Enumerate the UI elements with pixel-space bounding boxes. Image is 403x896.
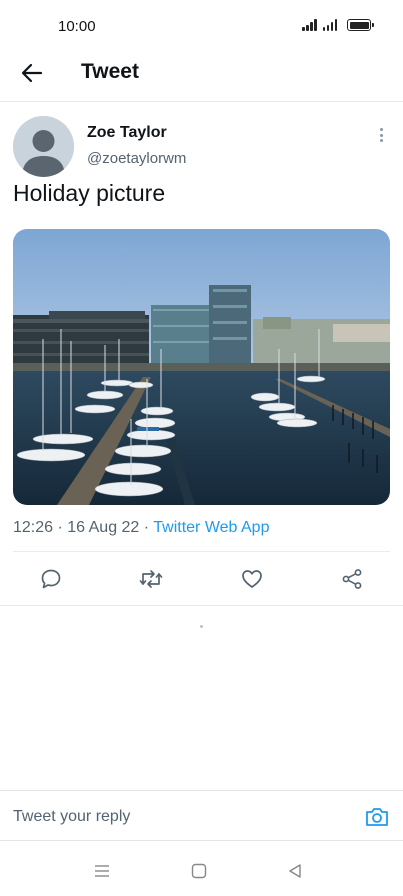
heart-icon <box>242 570 262 588</box>
more-options-button[interactable] <box>372 126 390 144</box>
home-button[interactable] <box>189 861 209 881</box>
like-button[interactable] <box>238 565 266 593</box>
author-handle[interactable]: @zoetaylorwm <box>87 150 186 167</box>
harbour-photo <box>13 229 390 505</box>
reply-input[interactable] <box>13 804 333 830</box>
reply-bar <box>0 790 403 841</box>
signal-icon-2 <box>322 19 337 31</box>
menu-icon <box>95 865 109 877</box>
status-icons <box>302 19 374 31</box>
avatar[interactable] <box>13 116 74 177</box>
status-bar: 10:00 <box>0 0 403 52</box>
default-avatar-icon <box>13 116 74 177</box>
tweet-image[interactable] <box>13 229 390 505</box>
battery-icon <box>347 19 374 31</box>
tweet-text: Holiday picture <box>13 180 166 206</box>
triangle-back-icon <box>289 864 301 878</box>
back-nav-button[interactable] <box>285 861 305 881</box>
action-bar <box>13 551 390 605</box>
retweet-button[interactable] <box>137 565 165 593</box>
signal-icon <box>302 19 317 31</box>
share-icon <box>342 569 362 589</box>
tweet-source-link[interactable]: Twitter Web App <box>153 519 269 536</box>
divider <box>0 605 403 606</box>
author-name[interactable]: Zoe Taylor <box>87 124 167 142</box>
reply-button[interactable] <box>37 565 65 593</box>
back-button[interactable] <box>18 59 46 87</box>
share-button[interactable] <box>338 565 366 593</box>
camera-icon <box>366 808 388 826</box>
arrow-left-icon <box>21 63 43 83</box>
retweet-icon <box>139 570 163 588</box>
camera-button[interactable] <box>364 805 390 829</box>
tweet-meta: 12:26 · 16 Aug 22 · Twitter Web App <box>13 519 269 537</box>
system-nav-bar <box>0 846 403 896</box>
header: Tweet <box>0 52 403 102</box>
tweet-timestamp: 12:26 · 16 Aug 22 · <box>13 519 154 536</box>
square-icon <box>191 863 207 879</box>
comment-icon <box>41 569 61 589</box>
loading-indicator <box>200 625 203 628</box>
page-title: Tweet <box>81 60 139 83</box>
recent-apps-button[interactable] <box>92 861 112 881</box>
status-time: 10:00 <box>58 18 96 35</box>
